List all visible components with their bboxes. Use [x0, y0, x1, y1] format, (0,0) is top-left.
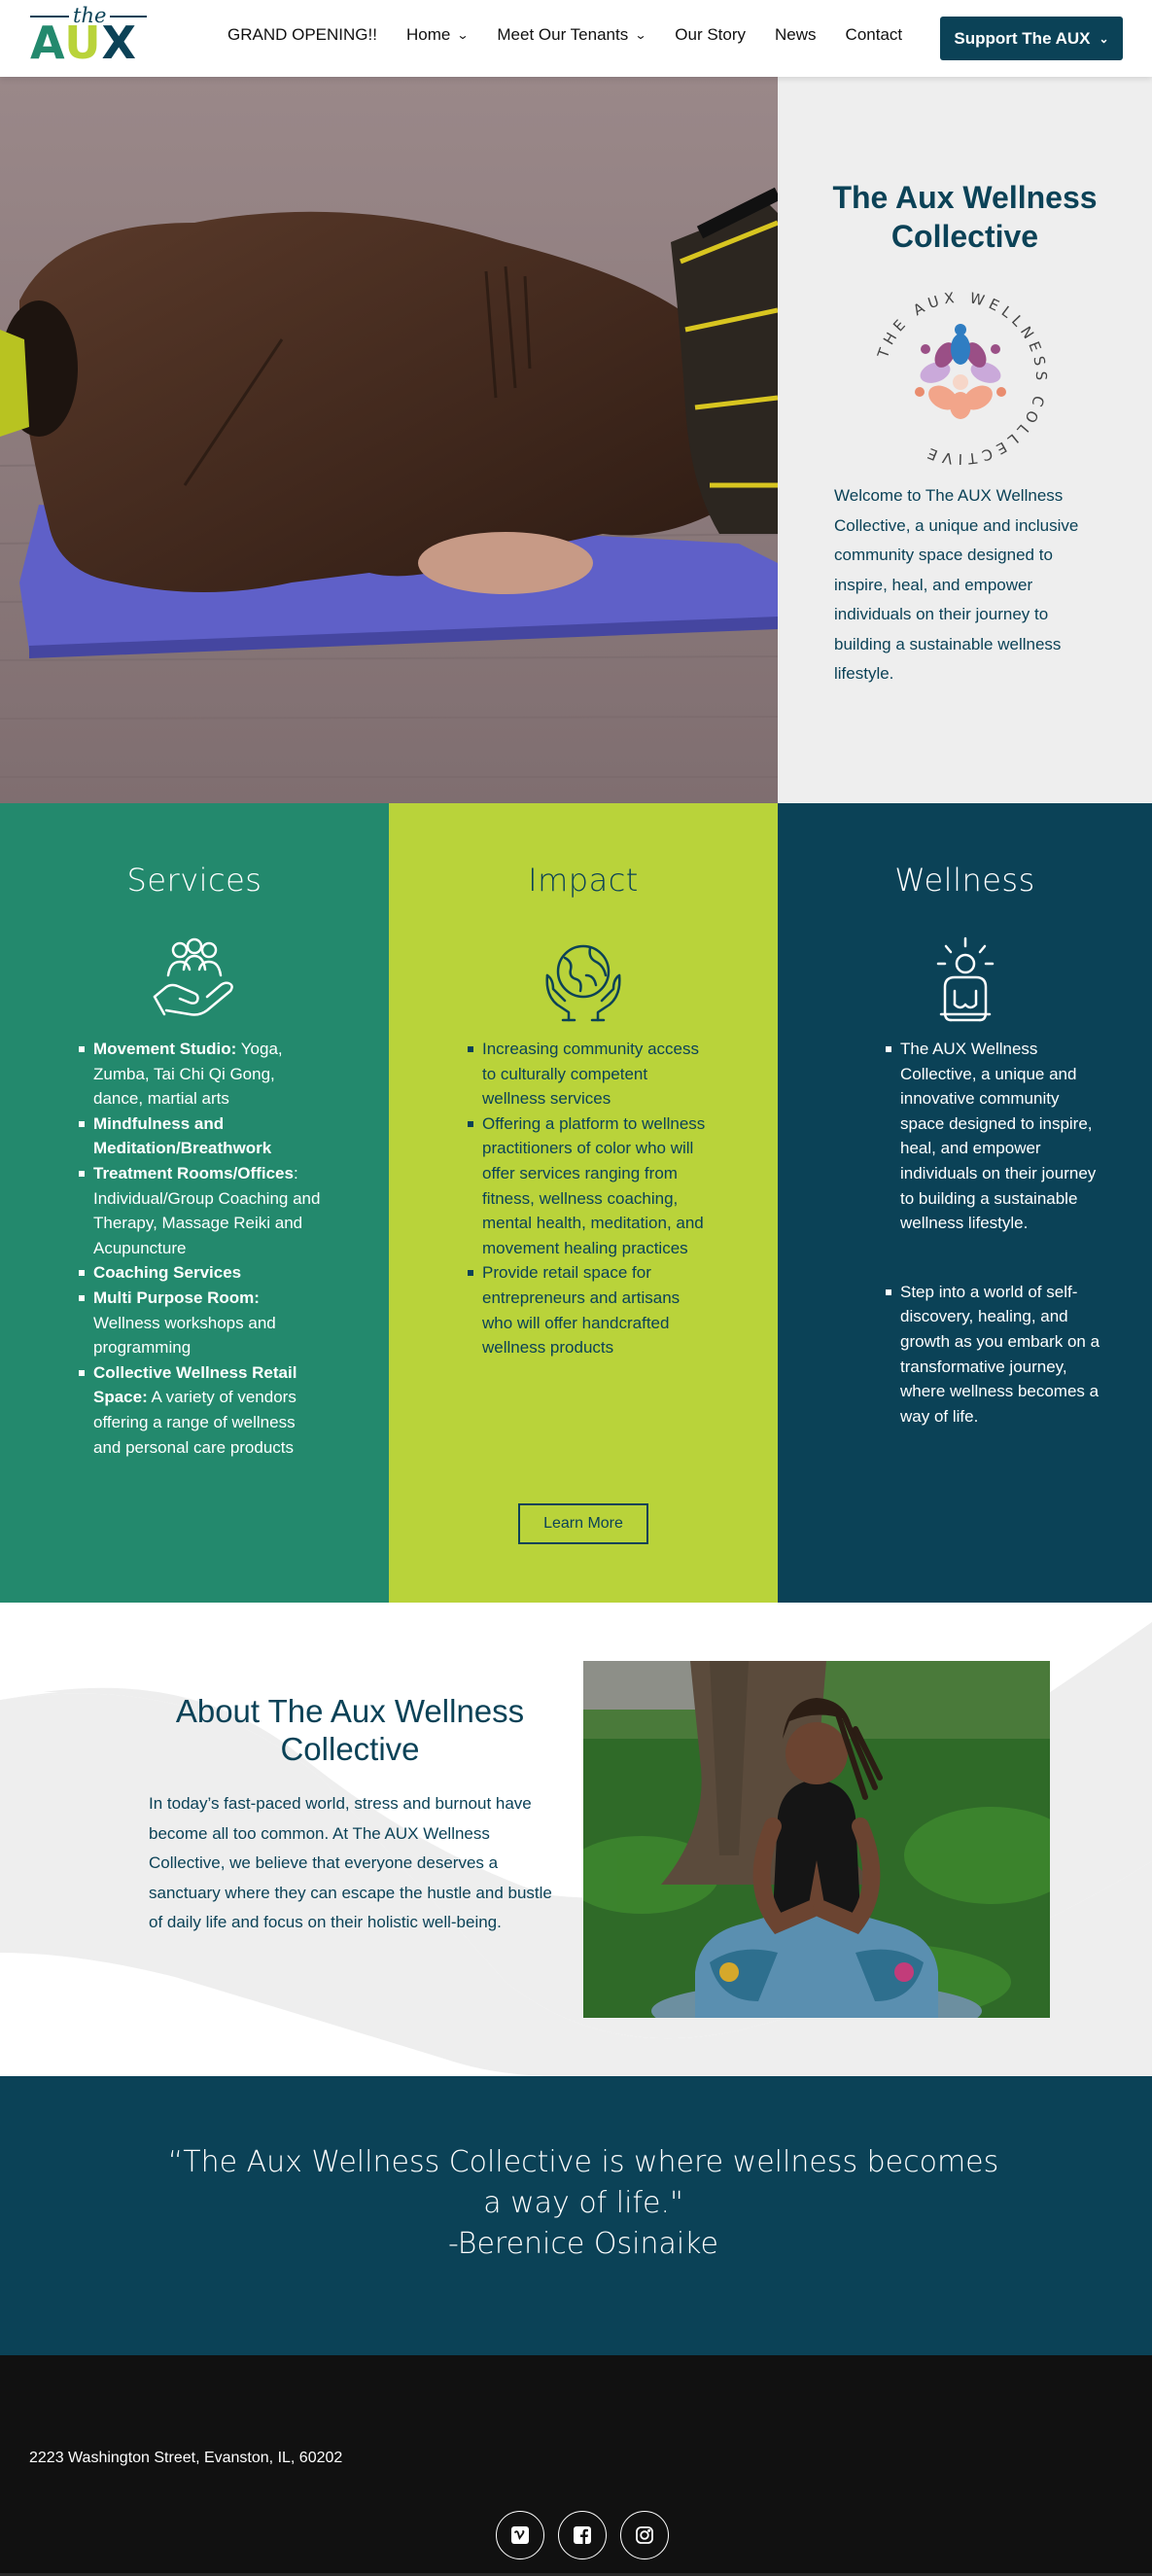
- about-section: About The Aux Wellness Collective In tod…: [0, 1603, 1152, 2076]
- instagram-icon: [636, 2526, 653, 2544]
- service-name: Mindfulness and Meditation/Breathwork: [93, 1113, 272, 1158]
- globe-hands-icon: [545, 944, 621, 1022]
- hero-intro-text: Welcome to The AUX Wellness Collective, …: [834, 486, 1079, 683]
- list-item: The AUX Wellness Collective, a unique an…: [886, 1037, 1104, 1236]
- hero-intro-panel: The Aux Wellness Collective THE AUX WELL…: [778, 77, 1152, 803]
- service-name: Multi Purpose Room:: [93, 1288, 260, 1307]
- list-item: Step into a world of self-discovery, hea…: [886, 1280, 1104, 1429]
- logo-letter-x: X: [101, 17, 138, 69]
- wellness-column: Wellness The AUX Wellness Collective, a …: [778, 803, 1152, 1603]
- wellness-title: Wellness: [894, 862, 1035, 899]
- list-item: Collective Wellness Retail Space: A vari…: [79, 1360, 327, 1460]
- service-name: Treatment Rooms/Offices: [93, 1163, 294, 1182]
- support-button-label: Support The AUX: [954, 28, 1091, 48]
- about-title: About The Aux Wellness Collective: [175, 1693, 525, 1767]
- vimeo-link[interactable]: [496, 2511, 544, 2559]
- wellness-list: The AUX Wellness Collective, a unique an…: [886, 1037, 1104, 1429]
- quote-line-2: a way of life.": [483, 2186, 683, 2220]
- community-hand-icon: [153, 937, 233, 1016]
- hero-title-line-2: Collective: [890, 219, 1039, 254]
- chevron-down-icon: ⌄: [456, 28, 470, 42]
- chevron-down-icon: ⌄: [634, 28, 647, 42]
- aux-logo[interactable]: the AUX: [30, 4, 147, 68]
- list-item: Offering a platform to wellness practiti…: [468, 1112, 706, 1261]
- nav-label: News: [775, 25, 817, 44]
- nav-home[interactable]: Home ⌄: [405, 25, 470, 45]
- hero-yoga-photo: [0, 77, 778, 803]
- testimonial-section: “The Aux Wellness Collective is where we…: [0, 2076, 1152, 2355]
- list-item: Multi Purpose Room: Wellness workshops a…: [79, 1286, 327, 1360]
- facebook-icon: [574, 2526, 591, 2544]
- services-column: Services Movement Studio: Yoga, Zumba, T…: [0, 803, 389, 1603]
- services-title: Services: [126, 862, 262, 899]
- hero-title: The Aux Wellness Collective: [778, 178, 1152, 256]
- list-item: Movement Studio: Yoga, Zumba, Tai Chi Qi…: [79, 1037, 327, 1112]
- list-item: Increasing community access to culturall…: [468, 1037, 706, 1112]
- logo-aux-text: AUX: [30, 18, 137, 68]
- vimeo-icon: [511, 2526, 529, 2544]
- testimonial-quote: “The Aux Wellness Collective is where we…: [156, 2142, 1011, 2265]
- main-nav: GRAND OPENING!! Home ⌄ Meet Our Tenants ⌄ …: [227, 23, 902, 47]
- facebook-link[interactable]: [558, 2511, 607, 2559]
- instagram-link[interactable]: [620, 2511, 669, 2559]
- footer-address: 2223 Washington Street, Evanston, IL, 60…: [29, 2450, 343, 2466]
- nav-label: Our Story: [675, 25, 747, 44]
- nav-label: Home: [405, 25, 451, 44]
- nav-our-story[interactable]: Our Story: [675, 25, 746, 45]
- chevron-down-icon: ⌄: [1099, 31, 1109, 46]
- site-footer: 2223 Washington Street, Evanston, IL, 60…: [0, 2355, 1152, 2576]
- service-name: Coaching Services: [93, 1263, 242, 1283]
- nav-label: Meet Our Tenants: [497, 25, 629, 44]
- list-item: Mindfulness and Meditation/Breathwork: [79, 1112, 327, 1161]
- quote-author: -Berenice Osinaike: [448, 2227, 718, 2261]
- site-header: the AUX GRAND OPENING!! Home ⌄ Meet Our T…: [0, 0, 1152, 77]
- nav-news[interactable]: News: [775, 25, 817, 45]
- logo-letter-u: U: [64, 17, 102, 69]
- learn-more-button[interactable]: Learn More: [518, 1503, 648, 1544]
- nav-grand-opening[interactable]: GRAND OPENING!!: [227, 25, 377, 45]
- wellness-collective-emblem-icon: THE AUX WELLNESS COLLECTIVE: [874, 289, 1045, 468]
- nav-meet-our-tenants[interactable]: Meet Our Tenants ⌄: [497, 25, 646, 45]
- impact-list: Increasing community access to culturall…: [468, 1037, 706, 1360]
- list-item: Coaching Services: [79, 1260, 327, 1286]
- about-photo-illustration: [583, 1661, 1050, 2018]
- quote-line-1: “The Aux Wellness Collective is where we…: [167, 2145, 999, 2179]
- list-item: Provide retail space for entrepreneurs a…: [468, 1260, 706, 1359]
- services-list: Movement Studio: Yoga, Zumba, Tai Chi Qi…: [79, 1037, 327, 1460]
- impact-title: Impact: [528, 862, 639, 899]
- hero-title-line-1: The Aux Wellness: [832, 180, 1098, 215]
- hero-photo-illustration: [0, 77, 778, 803]
- impact-column: Impact Increasing community access to cu…: [389, 803, 778, 1603]
- nav-label: GRAND OPENING!!: [227, 25, 377, 44]
- logo-letter-a: A: [30, 17, 65, 69]
- service-detail: Wellness workshops and programming: [93, 1313, 276, 1358]
- about-text: In today’s fast-paced world, stress and …: [149, 1794, 552, 1931]
- meditation-icon: [936, 936, 994, 1022]
- list-item: Treatment Rooms/Offices: Individual/Grou…: [79, 1161, 327, 1260]
- service-name: Movement Studio:: [93, 1040, 237, 1058]
- nav-label: Contact: [845, 25, 903, 44]
- support-the-aux-button[interactable]: Support The AUX ⌄: [940, 17, 1123, 60]
- nav-contact[interactable]: Contact: [846, 25, 903, 45]
- about-meditation-photo: [583, 1661, 1050, 2018]
